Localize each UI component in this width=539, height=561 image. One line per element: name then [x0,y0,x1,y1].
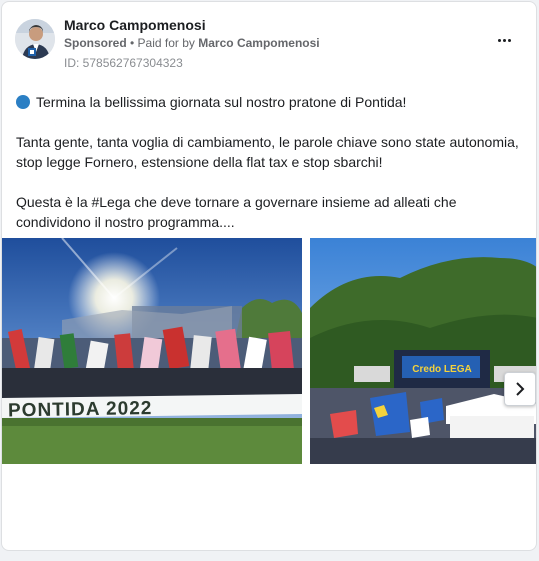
pontida-banner-text: PONTIDA 2022 [8,398,153,422]
post-text: Termina la bellissima giornata sul nostr… [16,92,528,232]
stage-screen-text: Credo LEGA [412,364,471,375]
sponsored-line: Sponsored • Paid for by Marco Campomenos… [64,36,320,50]
blue-circle-icon [16,95,30,109]
advertiser-name[interactable]: Marco Campomenosi [64,17,206,33]
paid-for-prefix: • Paid for by [130,36,195,50]
paid-for-by-name[interactable]: Marco Campomenosi [198,36,319,50]
carousel-image-1[interactable]: PONTIDA 2022 [2,238,302,464]
ad-id: ID: 578562767304323 [64,56,183,70]
post-paragraph-1: Termina la bellissima giornata sul nostr… [16,92,528,112]
carousel-next-button[interactable] [504,372,536,406]
more-horizontal-icon [497,38,501,42]
more-options-button[interactable] [494,30,514,50]
post-paragraph-3: Questa è la #Lega che deve tornare a gov… [16,194,457,230]
chevron-right-icon [516,382,525,396]
post-paragraph-2: Tanta gente, tanta voglia di cambiamento… [16,134,519,170]
sponsored-label: Sponsored [64,36,127,50]
ad-card: Marco Campomenosi Sponsored • Paid for b… [1,1,537,551]
carousel-image-2[interactable]: Credo LEGA [310,238,536,464]
advertiser-avatar[interactable] [15,19,55,59]
media-carousel[interactable]: PONTIDA 2022 Credo LEGA [2,238,536,464]
